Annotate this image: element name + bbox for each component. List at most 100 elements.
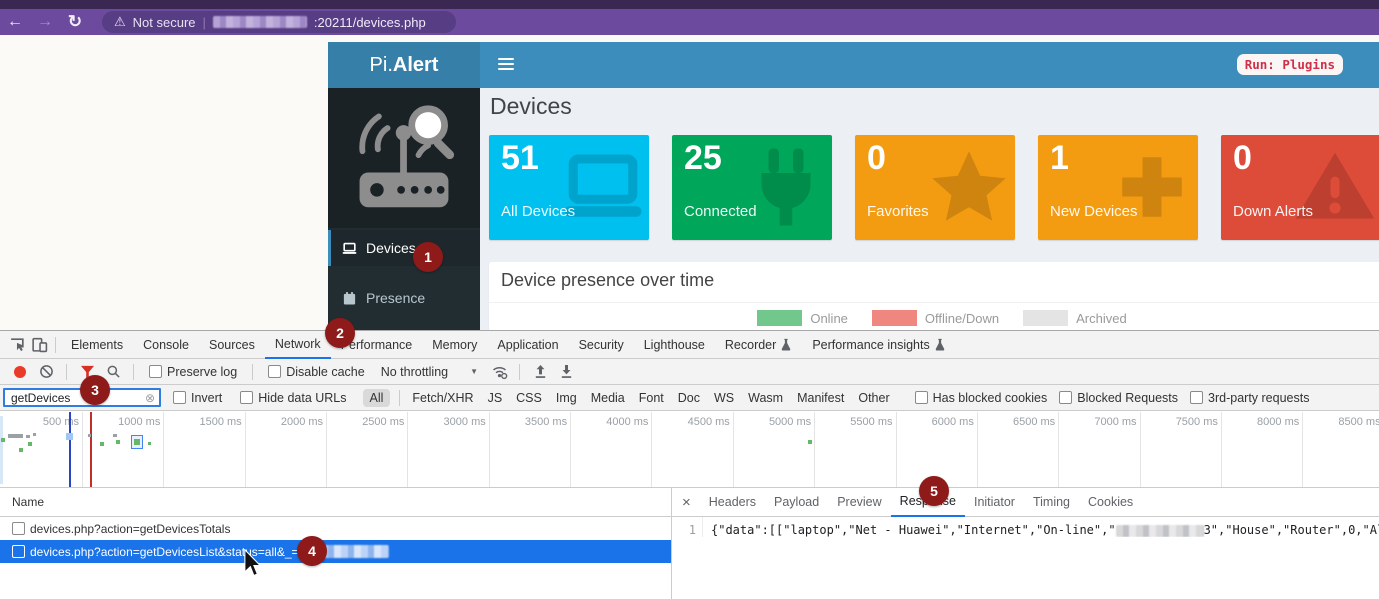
forward-icon[interactable]: → <box>30 13 60 31</box>
clear-filter-icon[interactable]: ⊗ <box>145 391 155 405</box>
sidebar-item-presence[interactable]: Presence <box>328 280 480 316</box>
request-checkbox[interactable] <box>12 545 25 558</box>
stat-card-new-devices[interactable]: 1New Devices <box>1038 135 1198 240</box>
filter-type-js[interactable]: JS <box>488 391 503 405</box>
filter-type-wasm[interactable]: Wasm <box>748 391 783 405</box>
stat-card-down-alerts[interactable]: 0Down Alerts <box>1221 135 1379 240</box>
invert-checkbox[interactable]: Invert <box>173 391 222 405</box>
response-body: 1 {"data":[["laptop","Net - Huawei","Int… <box>672 517 1379 537</box>
waterfall-mark <box>113 434 117 437</box>
not-secure-label[interactable]: Not secure <box>133 15 196 30</box>
timeline-tick-label: 7000 ms <box>1094 416 1136 428</box>
checkbox-label: Has blocked cookies <box>933 391 1048 405</box>
legend-swatch-offline-down <box>872 310 917 326</box>
requests-header[interactable]: Name <box>0 488 671 517</box>
waterfall-mark <box>116 440 120 444</box>
import-har-icon[interactable] <box>529 362 551 382</box>
url-path: :20211/devices.php <box>314 15 426 30</box>
tab-elements[interactable]: Elements <box>61 331 133 358</box>
checkbox-3rd-party-requests[interactable]: 3rd-party requests <box>1190 391 1309 405</box>
stat-card-favorites[interactable]: 0Favorites <box>855 135 1015 240</box>
mouse-cursor <box>243 549 262 578</box>
stat-card-label: All Devices <box>501 203 575 220</box>
disable-cache-checkbox[interactable]: Disable cache <box>268 365 365 379</box>
stat-card-connected[interactable]: 25Connected <box>672 135 832 240</box>
filter-type-other[interactable]: Other <box>858 391 889 405</box>
timeline-tick-label: 2000 ms <box>281 416 323 428</box>
detail-tab-cookies[interactable]: Cookies <box>1079 488 1142 516</box>
detail-tab-initiator[interactable]: Initiator <box>965 488 1024 516</box>
tab-security[interactable]: Security <box>569 331 634 358</box>
checkbox-blocked-requests[interactable]: Blocked Requests <box>1059 391 1178 405</box>
app-navbar: Run: Plugins Sym (28, <box>480 42 1379 88</box>
run-plugins-button[interactable]: Run: Plugins <box>1237 54 1343 75</box>
preserve-log-checkbox[interactable]: Preserve log <box>149 365 237 379</box>
timeline-gridline <box>733 412 734 487</box>
detail-tab-preview[interactable]: Preview <box>828 488 890 516</box>
stat-card-value: 0 <box>867 139 886 178</box>
sidebar-item-label: Presence <box>366 290 425 306</box>
stat-card-value: 1 <box>1050 139 1069 178</box>
record-icon[interactable] <box>14 366 26 378</box>
checkbox-has-blocked-cookies[interactable]: Has blocked cookies <box>915 391 1048 405</box>
tab-application[interactable]: Application <box>487 331 568 358</box>
network-overview-timeline[interactable]: 500 ms1000 ms1500 ms2000 ms2500 ms3000 m… <box>0 412 1379 488</box>
timeline-tick-label: 6000 ms <box>932 416 974 428</box>
tab-network[interactable]: Network <box>265 330 331 359</box>
detail-tab-headers[interactable]: Headers <box>700 488 765 516</box>
tab-sources[interactable]: Sources <box>199 331 265 358</box>
request-row[interactable]: devices.php?action=getDevicesTotals <box>0 517 671 540</box>
timeline-tick-label: 1500 ms <box>199 416 241 428</box>
tab-performance-insights[interactable]: Performance insights <box>802 331 955 358</box>
close-icon[interactable]: × <box>672 494 700 511</box>
filter-type-all[interactable]: All <box>363 389 391 407</box>
waterfall-mark <box>33 433 36 436</box>
annotation-step-1: 1 <box>413 242 443 272</box>
waterfall-mark <box>26 435 30 438</box>
legend-label: Archived <box>1076 311 1127 326</box>
response-json[interactable]: {"data":[["laptop","Net - Huawei","Inter… <box>703 517 1379 537</box>
reload-icon[interactable]: ↻ <box>60 12 90 32</box>
timeline-tick-label: 8500 ms <box>1338 416 1379 428</box>
tab-label: Security <box>579 338 624 352</box>
legend-label: Online <box>810 311 848 326</box>
filter-type-manifest[interactable]: Manifest <box>797 391 844 405</box>
detail-tab-payload[interactable]: Payload <box>765 488 828 516</box>
request-row[interactable]: devices.php?action=getDevicesList&status… <box>0 540 671 563</box>
timeline-tick-label: 1000 ms <box>118 416 160 428</box>
filter-type-doc[interactable]: Doc <box>678 391 700 405</box>
stat-card-all-devices[interactable]: 51All Devices <box>489 135 649 240</box>
logo-alert: Alert <box>393 54 439 76</box>
filter-type-css[interactable]: CSS <box>516 391 542 405</box>
filter-type-media[interactable]: Media <box>591 391 625 405</box>
chevron-down-icon: ▼ <box>470 367 478 376</box>
tab-console[interactable]: Console <box>133 331 199 358</box>
page-title: Devices <box>490 93 572 120</box>
address-bar[interactable]: ⚠ Not secure | :20211/devices.php <box>102 11 456 33</box>
back-icon[interactable]: ← <box>0 13 30 31</box>
waterfall-mark <box>100 442 104 446</box>
throttling-select[interactable]: No throttling ▼ <box>381 365 478 379</box>
pialert-logo[interactable]: Pi.Alert <box>328 42 480 88</box>
detail-tab-timing[interactable]: Timing <box>1024 488 1079 516</box>
device-toolbar-icon[interactable] <box>28 335 50 355</box>
hide-data-urls-checkbox[interactable]: Hide data URLs <box>240 391 346 405</box>
tab-recorder[interactable]: Recorder <box>715 331 802 358</box>
filter-type-ws[interactable]: WS <box>714 391 734 405</box>
filter-type-font[interactable]: Font <box>639 391 664 405</box>
sidebar-item-devices[interactable]: Devices <box>328 230 480 266</box>
request-checkbox[interactable] <box>12 522 25 535</box>
filter-type-fetch-xhr[interactable]: Fetch/XHR <box>412 391 473 405</box>
tab-label: Performance insights <box>812 338 929 352</box>
export-har-icon[interactable] <box>555 362 577 382</box>
tab-memory[interactable]: Memory <box>422 331 487 358</box>
network-conditions-icon[interactable] <box>488 362 510 382</box>
tab-lighthouse[interactable]: Lighthouse <box>634 331 715 358</box>
timeline-gridline <box>407 412 408 487</box>
clear-icon[interactable] <box>35 362 57 382</box>
inspect-element-icon[interactable] <box>6 335 28 355</box>
sidebar: Devices Presence <box>328 88 480 330</box>
legend-label: Offline/Down <box>925 311 999 326</box>
filter-type-img[interactable]: Img <box>556 391 577 405</box>
sidebar-toggle-icon[interactable] <box>498 58 514 73</box>
